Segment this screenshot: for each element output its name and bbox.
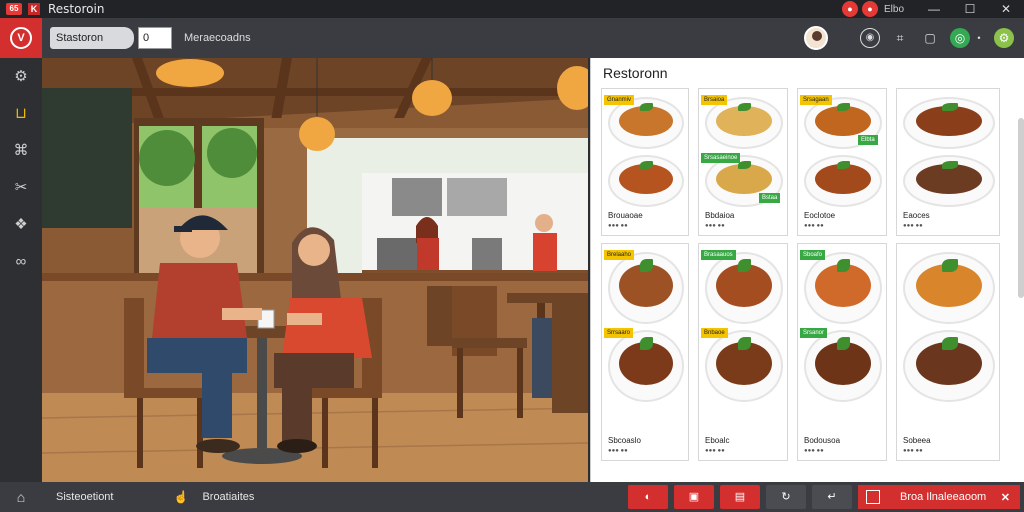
document-icon	[866, 490, 880, 504]
dish-image	[903, 97, 995, 149]
notification-icon[interactable]: ●	[841, 1, 858, 17]
scrollbar[interactable]	[1018, 118, 1024, 298]
dish-tag: Srsagaan	[800, 95, 832, 105]
dish-image	[903, 330, 995, 402]
minimize-button[interactable]: —	[916, 0, 952, 18]
sidebar-item-plugins[interactable]: ❖	[0, 206, 42, 243]
dish-tag: Elbta	[858, 135, 878, 145]
rating-dots: ●●● ●●	[705, 223, 725, 229]
title-bar-label: Elbo	[883, 3, 904, 15]
primary-action-button[interactable]: Broa Ilnaleeaoom ✕	[858, 485, 1020, 509]
dish-name: Eoclotoe	[804, 211, 836, 220]
dish-name: Sobeea	[903, 436, 931, 445]
dish-tag: Bstaa	[759, 193, 781, 203]
dish-image	[608, 330, 684, 402]
avatar[interactable]	[804, 26, 828, 50]
folder-icon[interactable]: ▢	[920, 28, 940, 48]
dish-tag: Brasaauos	[701, 250, 736, 260]
menu-card[interactable]: Gnanmiv Brouaoae ●●● ●●	[601, 88, 689, 236]
title-bar: 65 K Restoroin ● ● Elbo — ☐ ✕	[0, 0, 1024, 18]
rating-dots: ●●● ●●	[608, 448, 628, 454]
rating-dots: ●●● ●●	[804, 223, 824, 229]
app-logo-secondary: K	[28, 3, 40, 15]
gallery-button[interactable]: ▤	[720, 485, 760, 509]
close-button[interactable]: ✕	[988, 0, 1024, 18]
maximize-button[interactable]: ☐	[952, 0, 988, 18]
dish-name: Bbdaioa	[705, 211, 735, 220]
rating-dots: ●●● ●●	[608, 223, 628, 229]
dish-name: Bodousoa	[804, 436, 841, 445]
sidebar-item-shop[interactable]: ⊔	[0, 95, 42, 132]
number-input[interactable]: 0	[138, 27, 172, 49]
dish-image	[804, 330, 882, 402]
bag-button[interactable]: ▣	[674, 485, 714, 509]
sidebar-item-settings[interactable]: ⚙	[0, 58, 42, 95]
toolbar-label: Meraecoadns	[184, 32, 251, 44]
menu-panel: Restoronn Gnanmiv Brouaoae ●●● ●● Brsaioa Sr…	[590, 58, 1024, 482]
bottom-bar: ⌂ Sisteoetiont ☝ Broatiaites ◐ ▣ ▤ ↻ ↵ B…	[0, 482, 1024, 512]
toolbar: V Stastoron 0 Meraecoadns ◉ ⌗ ▢ ◎ • ⚙	[0, 18, 1024, 58]
dish-tag: Brsaioa	[701, 95, 728, 105]
app-window: 65 K Restoroin ● ● Elbo — ☐ ✕ V Stastoro…	[0, 0, 1024, 512]
rating-dots: ●●● ●●	[903, 448, 923, 454]
dish-tag: Srrsaaro	[604, 328, 634, 338]
alert-icon[interactable]: ●	[861, 1, 878, 17]
primary-action-label: Broa Ilnaleeaoom	[900, 491, 987, 503]
restaurant-scene-image	[42, 58, 588, 482]
sidebar-item-link[interactable]: ∞	[0, 243, 42, 280]
dish-name: Brouaoae	[608, 211, 643, 220]
search-input[interactable]: Stastoron	[50, 27, 134, 49]
menu-card[interactable]: Sboafo Srsanor Bodousoa ●●● ●●	[797, 243, 887, 461]
dish-image	[903, 155, 995, 207]
dish-tag: Srsasaeinoe	[701, 153, 741, 163]
dish-image	[608, 252, 684, 324]
dish-tag: Srsanor	[800, 328, 828, 338]
dish-tag: Bnbaoe	[701, 328, 728, 338]
menu-card[interactable]: Sobeea ●●● ●●	[896, 243, 1000, 461]
rating-dots: ●●● ●●	[903, 223, 923, 229]
sidebar-item-tools[interactable]: ✂	[0, 169, 42, 206]
rating-dots: ●●● ●●	[705, 448, 725, 454]
brand-logo-icon: V	[10, 27, 32, 49]
dish-name: Eaoces	[903, 211, 930, 220]
dish-name: Eboalc	[705, 436, 730, 445]
sidebar-item-map[interactable]: ⌘	[0, 132, 42, 169]
menu-card[interactable]: Eaoces ●●● ●●	[896, 88, 1000, 236]
menu-card[interactable]: Brsaioa Srsasaeinoe Bstaa Bbdaioa ●●● ●●	[698, 88, 788, 236]
window-title: Restoroin	[48, 2, 105, 16]
dish-tag: Sboafo	[800, 250, 826, 260]
dish-name: Sbcoaslo	[608, 436, 641, 445]
rating-dots: ●●● ●●	[804, 448, 824, 454]
dish-image	[705, 252, 783, 324]
status-online-icon[interactable]: ◎	[950, 28, 970, 48]
record-button[interactable]: ◐	[628, 485, 668, 509]
share-button[interactable]: ↻	[766, 485, 806, 509]
menu-card[interactable]: Srsagaan Elbta Eoclotoe ●●● ●●	[797, 88, 887, 236]
more-icon[interactable]: •	[974, 28, 984, 48]
return-button[interactable]: ↵	[812, 485, 852, 509]
info-icon[interactable]: ◉	[860, 28, 880, 48]
panel-title: Restoronn	[603, 65, 668, 81]
dish-image	[804, 252, 882, 324]
settings-icon[interactable]: ⚙	[994, 28, 1014, 48]
app-logo: 65	[6, 3, 22, 15]
dish-image	[804, 155, 882, 207]
close-icon[interactable]: ✕	[1001, 491, 1010, 504]
bottom-left-label: Sisteoetiont	[56, 491, 114, 503]
dish-image	[705, 330, 783, 402]
dish-image	[608, 155, 684, 207]
bottom-right-label: Broatiaites	[202, 491, 255, 503]
pointer-icon: ☝	[173, 490, 189, 504]
menu-card[interactable]: Brasaauos Bnbaoe Eboalc ●●● ●●	[698, 243, 788, 461]
dish-tag: Gnanmiv	[604, 95, 635, 105]
dish-tag: Brelaaho	[604, 250, 635, 260]
menu-card[interactable]: Brelaaho Srrsaaro Sbcoaslo ●●● ●●	[601, 243, 689, 461]
dish-image	[903, 252, 995, 324]
home-icon[interactable]: ⌂	[0, 489, 42, 505]
tag-icon[interactable]: ⌗	[890, 28, 910, 48]
brand-button[interactable]: V	[0, 18, 42, 58]
sidebar: ⚙ ⊔ ⌘ ✂ ❖ ∞	[0, 58, 42, 482]
